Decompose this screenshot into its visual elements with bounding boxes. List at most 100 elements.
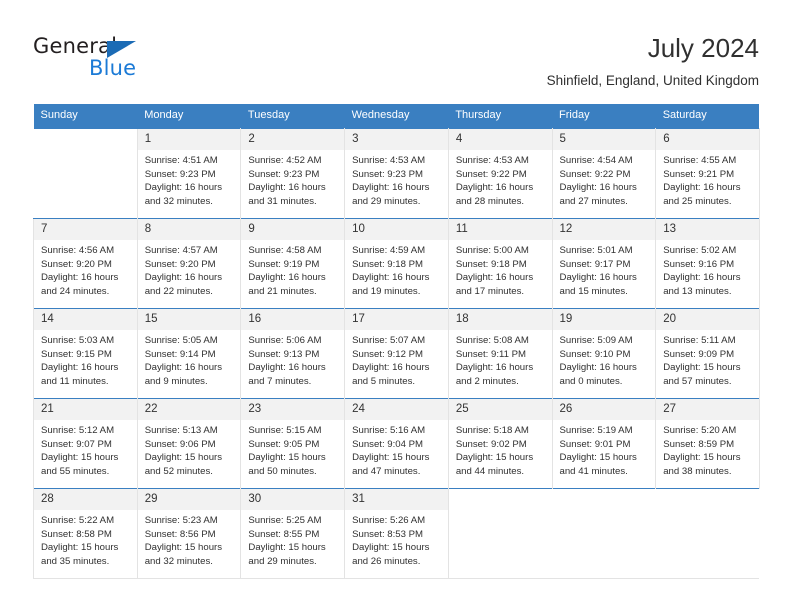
daylight-line: Daylight: 16 hours and 22 minutes. <box>144 272 223 297</box>
calendar-day-cell[interactable]: 10 Sunrise: 4:59 AM Sunset: 9:18 PM Dayligh… <box>344 218 449 309</box>
daylight-line: Daylight: 16 hours and 29 minutes. <box>352 182 430 207</box>
day-number: 12 <box>552 219 656 240</box>
calendar-day-cell[interactable]: 21 Sunrise: 5:12 AM Sunset: 9:07 PM Dayligh… <box>33 398 138 489</box>
calendar-day-cell[interactable]: 11 Sunrise: 5:00 AM Sunset: 9:18 PM Dayligh… <box>447 218 553 309</box>
sunrise-line: Sunrise: 5:20 AM <box>663 425 737 436</box>
day-number: 28 <box>34 489 137 510</box>
daylight-line: Daylight: 15 hours and 57 minutes. <box>663 362 741 387</box>
calendar-day-cell[interactable]: 28 Sunrise: 5:22 AM Sunset: 8:58 PM Dayligh… <box>33 488 138 579</box>
day-details: Sunrise: 5:02 AM Sunset: 9:16 PM Daylight:… <box>656 240 759 298</box>
calendar-week-row: 1 Sunrise: 4:51 AM Sunset: 9:23 PM Daylight… <box>33 128 760 219</box>
day-details: Sunrise: 4:51 AM Sunset: 9:23 PM Daylight:… <box>138 150 241 208</box>
calendar-day-cell[interactable]: 8 Sunrise: 4:57 AM Sunset: 9:20 PM Daylight… <box>136 218 242 309</box>
page-subtitle: Shinfield, England, United Kingdom <box>546 73 759 88</box>
daylight-line: Daylight: 16 hours and 24 minutes. <box>41 272 119 297</box>
day-number: 20 <box>656 309 759 330</box>
calendar-day-cell[interactable]: 13 Sunrise: 5:02 AM Sunset: 9:16 PM Dayligh… <box>655 218 760 309</box>
calendar-day-cell[interactable]: 1 Sunrise: 4:51 AM Sunset: 9:23 PM Daylight… <box>136 128 242 219</box>
day-number <box>33 129 137 150</box>
day-details: Sunrise: 5:25 AM Sunset: 8:55 PM Daylight:… <box>241 510 344 568</box>
day-number: 22 <box>137 399 241 420</box>
calendar-day-cell[interactable]: 23 Sunrise: 5:15 AM Sunset: 9:05 PM Dayligh… <box>240 398 346 489</box>
calendar-day-cell[interactable]: 19 Sunrise: 5:09 AM Sunset: 9:10 PM Dayligh… <box>551 308 657 399</box>
calendar-day-cell[interactable]: 3 Sunrise: 4:53 AM Sunset: 9:23 PM Daylight… <box>344 128 449 219</box>
sunrise-line: Sunrise: 5:15 AM <box>248 425 322 436</box>
calendar-day-cell[interactable]: 9 Sunrise: 4:58 AM Sunset: 9:19 PM Daylight… <box>240 218 346 309</box>
weekday-header-sunday: Sunday <box>33 104 138 129</box>
calendar-header-row: Sunday Monday Tuesday Wednesday Thursday… <box>33 104 760 129</box>
day-details: Sunrise: 4:56 AM Sunset: 9:20 PM Daylight:… <box>34 240 137 298</box>
calendar-day-cell[interactable]: 30 Sunrise: 5:25 AM Sunset: 8:55 PM Dayligh… <box>240 488 346 579</box>
sunrise-line: Sunrise: 5:03 AM <box>41 335 115 346</box>
calendar-day-cell[interactable]: 2 Sunrise: 4:52 AM Sunset: 9:23 PM Daylight… <box>240 128 346 219</box>
day-details: Sunrise: 5:09 AM Sunset: 9:10 PM Daylight:… <box>553 330 656 388</box>
day-details: Sunrise: 4:52 AM Sunset: 9:23 PM Daylight:… <box>241 150 344 208</box>
sunset-line: Sunset: 9:13 PM <box>248 348 320 360</box>
calendar-day-cell[interactable]: 5 Sunrise: 4:54 AM Sunset: 9:22 PM Daylight… <box>551 128 657 219</box>
sunrise-line: Sunrise: 5:26 AM <box>352 515 426 526</box>
day-number: 21 <box>34 399 137 420</box>
brand-logo[interactable]: General Blue <box>33 34 213 90</box>
calendar-day-cell[interactable]: 16 Sunrise: 5:06 AM Sunset: 9:13 PM Dayligh… <box>240 308 346 399</box>
sunset-line: Sunset: 9:23 PM <box>144 168 216 180</box>
calendar-day-cell[interactable]: 6 Sunrise: 4:55 AM Sunset: 9:21 PM Daylight… <box>655 128 760 219</box>
sunset-line: Sunset: 9:23 PM <box>352 168 424 180</box>
sunset-line: Sunset: 9:17 PM <box>559 258 631 270</box>
daylight-line: Daylight: 15 hours and 52 minutes. <box>144 452 223 477</box>
day-details: Sunrise: 4:54 AM Sunset: 9:22 PM Daylight:… <box>553 150 656 208</box>
day-details: Sunrise: 5:08 AM Sunset: 9:11 PM Daylight:… <box>449 330 552 388</box>
sunrise-line: Sunrise: 5:12 AM <box>41 425 115 436</box>
sunrise-line: Sunrise: 5:08 AM <box>455 335 529 346</box>
calendar-day-cell[interactable]: 31 Sunrise: 5:26 AM Sunset: 8:53 PM Dayligh… <box>344 488 449 579</box>
calendar-day-cell[interactable]: 25 Sunrise: 5:18 AM Sunset: 9:02 PM Dayligh… <box>447 398 553 489</box>
daylight-line: Daylight: 16 hours and 19 minutes. <box>352 272 430 297</box>
day-number: 6 <box>656 129 759 150</box>
daylight-line: Daylight: 16 hours and 17 minutes. <box>455 272 534 297</box>
calendar-day-cell[interactable]: 27 Sunrise: 5:20 AM Sunset: 8:59 PM Dayligh… <box>655 398 760 489</box>
sunset-line: Sunset: 9:18 PM <box>455 258 527 270</box>
calendar-week-row: 14 Sunrise: 5:03 AM Sunset: 9:15 PM Dayligh… <box>33 308 760 399</box>
daylight-line: Daylight: 15 hours and 26 minutes. <box>352 542 430 567</box>
brand-name-general: General <box>33 34 118 58</box>
calendar-day-cell[interactable]: 15 Sunrise: 5:05 AM Sunset: 9:14 PM Dayligh… <box>136 308 242 399</box>
calendar-empty-cell <box>33 128 138 219</box>
calendar-day-cell[interactable]: 18 Sunrise: 5:08 AM Sunset: 9:11 PM Dayligh… <box>447 308 553 399</box>
calendar-week-row: 28 Sunrise: 5:22 AM Sunset: 8:58 PM Dayligh… <box>33 488 760 579</box>
calendar-day-cell[interactable]: 12 Sunrise: 5:01 AM Sunset: 9:17 PM Dayligh… <box>551 218 657 309</box>
day-details: Sunrise: 4:53 AM Sunset: 9:23 PM Daylight:… <box>345 150 448 208</box>
calendar-day-cell[interactable]: 14 Sunrise: 5:03 AM Sunset: 9:15 PM Dayligh… <box>33 308 138 399</box>
sunrise-line: Sunrise: 4:54 AM <box>559 155 633 166</box>
calendar-day-cell[interactable]: 4 Sunrise: 4:53 AM Sunset: 9:22 PM Daylight… <box>447 128 553 219</box>
day-number: 15 <box>137 309 241 330</box>
sunset-line: Sunset: 9:10 PM <box>559 348 631 360</box>
day-number: 7 <box>34 219 137 240</box>
calendar-day-cell[interactable]: 26 Sunrise: 5:19 AM Sunset: 9:01 PM Dayligh… <box>551 398 657 489</box>
sunrise-line: Sunrise: 4:52 AM <box>248 155 322 166</box>
day-number: 13 <box>656 219 759 240</box>
day-details: Sunrise: 4:58 AM Sunset: 9:19 PM Daylight:… <box>241 240 344 298</box>
day-number: 24 <box>345 399 448 420</box>
daylight-line: Daylight: 15 hours and 55 minutes. <box>41 452 119 477</box>
sunrise-line: Sunrise: 5:13 AM <box>144 425 218 436</box>
sunrise-line: Sunrise: 5:06 AM <box>248 335 322 346</box>
weekday-header-tuesday: Tuesday <box>240 104 345 129</box>
calendar-day-cell[interactable]: 29 Sunrise: 5:23 AM Sunset: 8:56 PM Dayligh… <box>136 488 242 579</box>
day-number: 18 <box>448 309 552 330</box>
daylight-line: Daylight: 16 hours and 2 minutes. <box>455 362 534 387</box>
sunrise-line: Sunrise: 5:19 AM <box>559 425 633 436</box>
sunset-line: Sunset: 9:05 PM <box>248 438 320 450</box>
daylight-line: Daylight: 16 hours and 11 minutes. <box>41 362 119 387</box>
day-number: 26 <box>552 399 656 420</box>
calendar-day-cell[interactable]: 22 Sunrise: 5:13 AM Sunset: 9:06 PM Dayligh… <box>136 398 242 489</box>
sunset-line: Sunset: 9:14 PM <box>144 348 216 360</box>
day-details: Sunrise: 5:15 AM Sunset: 9:05 PM Daylight:… <box>241 420 344 478</box>
calendar-day-cell[interactable]: 20 Sunrise: 5:11 AM Sunset: 9:09 PM Dayligh… <box>655 308 760 399</box>
calendar-day-cell[interactable]: 24 Sunrise: 5:16 AM Sunset: 9:04 PM Dayligh… <box>344 398 449 489</box>
calendar-day-cell[interactable]: 7 Sunrise: 4:56 AM Sunset: 9:20 PM Daylight… <box>33 218 138 309</box>
daylight-line: Daylight: 16 hours and 28 minutes. <box>455 182 534 207</box>
day-details: Sunrise: 5:20 AM Sunset: 8:59 PM Daylight:… <box>656 420 759 478</box>
sunrise-line: Sunrise: 4:51 AM <box>144 155 218 166</box>
weekday-header-monday: Monday <box>137 104 241 129</box>
calendar-day-cell[interactable]: 17 Sunrise: 5:07 AM Sunset: 9:12 PM Dayligh… <box>344 308 449 399</box>
day-details: Sunrise: 5:18 AM Sunset: 9:02 PM Daylight:… <box>449 420 552 478</box>
